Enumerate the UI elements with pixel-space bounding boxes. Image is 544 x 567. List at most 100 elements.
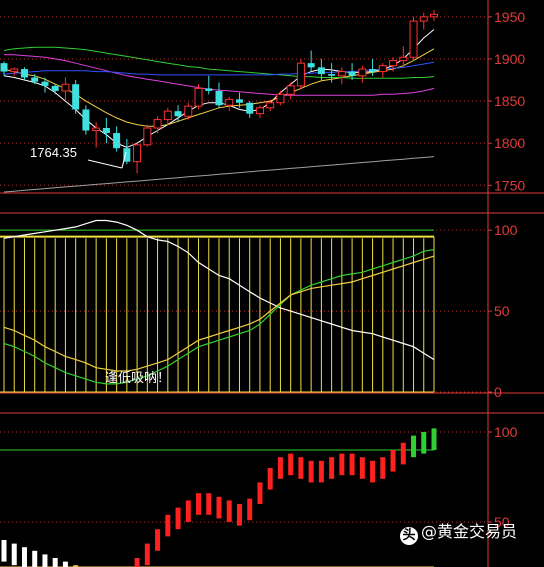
- buy-dip-annotation: 逢低吸呐！: [105, 370, 170, 385]
- candle-body: [92, 127, 101, 132]
- candle-body: [184, 105, 193, 117]
- histogram-bar: [134, 558, 140, 567]
- candle-body: [328, 74, 336, 76]
- candle-body: [430, 13, 438, 18]
- low-price-annotation: 1764.35: [30, 145, 77, 160]
- candle-body: [389, 60, 398, 67]
- candle-body: [10, 68, 19, 73]
- candle-body: [246, 102, 254, 114]
- histogram-bar: [155, 529, 161, 551]
- candle-body: [266, 102, 275, 109]
- candle-body: [255, 107, 264, 115]
- candle-body: [225, 98, 234, 106]
- candle-body: [72, 84, 80, 110]
- candle-body: [31, 77, 39, 82]
- histogram-bar: [21, 547, 27, 567]
- histogram-bar: [42, 554, 48, 567]
- histogram-bar: [196, 493, 202, 515]
- candle-body: [215, 90, 223, 106]
- histogram-bar: [308, 460, 314, 483]
- candle-body: [113, 133, 121, 149]
- histogram-bar: [32, 550, 38, 567]
- candle-body: [358, 68, 367, 77]
- histogram-bar: [277, 457, 283, 479]
- candle-body: [41, 81, 49, 86]
- histogram-bar: [349, 453, 355, 476]
- annotation-pointer: [87, 159, 123, 169]
- candle-body: [143, 127, 152, 146]
- histogram-bar: [390, 450, 396, 472]
- histogram-bar: [247, 498, 253, 521]
- candle-body: [194, 87, 203, 107]
- candle-body: [409, 20, 418, 58]
- y-tick-label: 1850: [494, 93, 525, 109]
- y-tick-label: 0: [494, 384, 502, 400]
- histogram-bar: [318, 460, 324, 483]
- histogram-bar: [370, 460, 376, 483]
- histogram-bar: [411, 435, 417, 458]
- candle-body: [378, 65, 387, 73]
- candle-body: [174, 111, 182, 117]
- candle-body: [348, 71, 356, 76]
- candle-body: [276, 93, 285, 104]
- candle-body: [399, 56, 408, 62]
- histogram-bar: [400, 442, 406, 465]
- candle-body: [61, 83, 70, 92]
- candle-body: [337, 71, 346, 77]
- histogram-bar: [431, 428, 437, 450]
- histogram-bar: [236, 504, 242, 526]
- candle-body: [419, 16, 428, 22]
- indicator-panel: 0 50 100: [0, 219, 518, 400]
- candle-body: [286, 85, 295, 95]
- y-tick-label: 1900: [494, 51, 525, 67]
- histogram-bar: [216, 496, 222, 519]
- histogram-bar: [62, 561, 68, 567]
- histogram-bar: [185, 500, 191, 522]
- watermark-logo-icon: 头: [400, 527, 418, 545]
- candle-body: [307, 63, 315, 68]
- histogram-bar: [206, 493, 212, 515]
- candle-body: [205, 88, 213, 91]
- histogram-bar: [1, 540, 7, 562]
- candle-body: [317, 67, 325, 75]
- y-tick-label: 1750: [494, 177, 525, 193]
- histogram-bar: [11, 543, 17, 566]
- histogram-bar: [298, 457, 304, 479]
- candle-body: [163, 110, 172, 121]
- candle-body: [0, 63, 8, 72]
- histogram-bar: [267, 468, 273, 490]
- y-tick-label: 100: [494, 222, 518, 238]
- candle-body: [133, 144, 142, 163]
- histogram-bar: [380, 457, 386, 479]
- candle-body: [369, 69, 377, 72]
- candle-body: [296, 62, 305, 87]
- histogram-bar: [165, 514, 171, 537]
- histogram-bar: [359, 457, 365, 479]
- candle-body: [102, 128, 110, 134]
- histogram-bar: [421, 432, 427, 454]
- y-tick-label: 50: [494, 303, 510, 319]
- chart-canvas: 17501800185019001950 050100 50100 1764.3…: [0, 0, 544, 567]
- histogram-bar: [329, 457, 335, 479]
- candle-body: [82, 109, 90, 131]
- moving-average-line-4: [3, 46, 435, 79]
- histogram-panel: 50100: [0, 424, 518, 567]
- histogram-bar: [288, 453, 294, 476]
- y-tick-label: 1800: [494, 135, 525, 151]
- histogram-bar: [144, 543, 150, 566]
- candle-body: [20, 69, 28, 78]
- price-panel: 1750 1800 1850 1900 1950: [0, 9, 525, 193]
- histogram-bar: [52, 558, 58, 567]
- histogram-bar: [175, 507, 181, 530]
- watermark: 头 @黄金交易员: [400, 518, 517, 545]
- candle-body: [153, 119, 162, 129]
- y-tick-label: 100: [494, 424, 518, 440]
- histogram-bar: [339, 453, 345, 476]
- candle-body: [51, 85, 59, 91]
- histogram-bar: [257, 482, 263, 504]
- moving-average-line-6: [3, 156, 435, 193]
- histogram-bar: [226, 500, 232, 522]
- y-tick-label: 1950: [494, 9, 525, 25]
- watermark-text: @黄金交易员: [421, 522, 518, 541]
- candle-body: [235, 99, 243, 103]
